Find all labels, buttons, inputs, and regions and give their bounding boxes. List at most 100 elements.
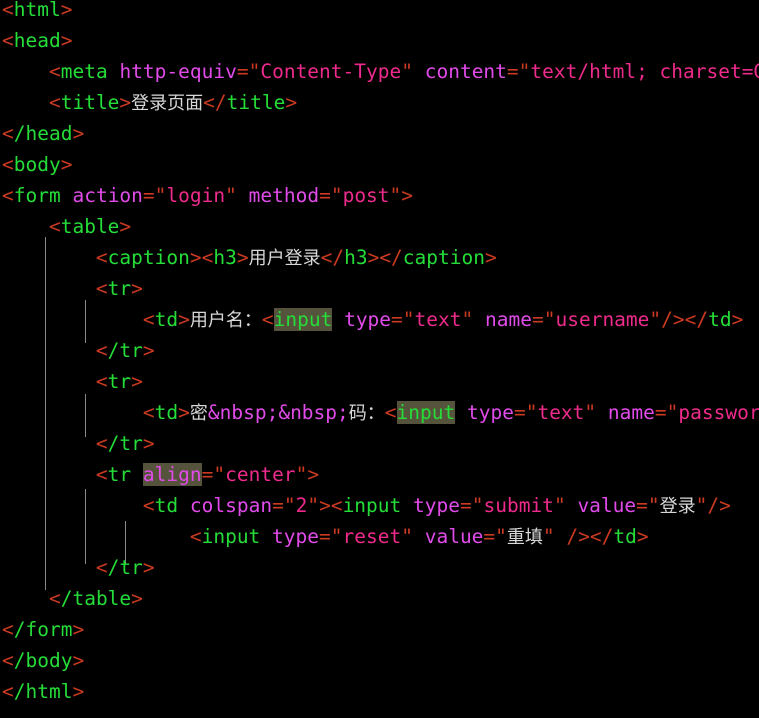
attribute-value-post: post <box>342 184 390 207</box>
code-line-5[interactable]: </head> <box>2 118 84 149</box>
bracket-close: > <box>178 308 190 331</box>
bracket-close: > <box>401 184 414 207</box>
code-line-4[interactable]: <title>登录页面</title> <box>2 87 297 118</box>
bracket-close: > <box>119 91 132 114</box>
attribute-type: type <box>272 525 320 548</box>
bracket-open: < <box>95 463 108 486</box>
code-line-1[interactable]: <html> <box>2 0 72 25</box>
text-username-label: 用户名： <box>189 310 262 331</box>
code-line-2[interactable]: <head> <box>2 25 72 56</box>
code-line-10[interactable]: <tr> <box>2 273 143 304</box>
attribute-value-key: value <box>577 494 637 517</box>
bracket-close: > <box>484 246 497 269</box>
bracket-close: > <box>131 370 143 393</box>
bracket-close: > <box>72 122 85 145</box>
bracket-close: > <box>72 680 85 703</box>
code-line-21[interactable]: </form> <box>2 614 84 645</box>
code-line-20[interactable]: </table> <box>2 583 143 614</box>
self-closing-bracket: /> <box>661 308 685 331</box>
attribute-type: type <box>466 401 514 424</box>
code-line-6[interactable]: <body> <box>2 149 72 180</box>
closing-bracket-open: < <box>2 122 14 145</box>
code-line-23[interactable]: </html> <box>2 676 84 707</box>
tag-name-h3: h3 <box>213 246 237 269</box>
attribute-colspan: colspan <box>189 494 273 517</box>
code-line-9[interactable]: <caption><h3>用户登录</h3></caption> <box>2 242 497 273</box>
quote-open: " <box>402 308 415 331</box>
code-line-7[interactable]: <form action="login" method="post"> <box>2 180 413 211</box>
attribute-align-highlighted: align <box>142 463 202 486</box>
equals-sign: = <box>654 401 667 424</box>
equals-sign: = <box>236 60 249 83</box>
bracket-open: < <box>2 184 14 207</box>
code-line-8[interactable]: <table> <box>2 211 131 242</box>
bracket-open: < <box>142 494 155 517</box>
tag-name-table: table <box>60 215 120 238</box>
code-line-19[interactable]: </tr> <box>2 552 155 583</box>
code-line-14[interactable]: <td>密&nbsp;&nbsp;码：<input type="text" na… <box>2 397 759 428</box>
quote-open: " <box>647 494 660 517</box>
quote-open: " <box>471 494 484 517</box>
tag-name-title-close: title <box>226 91 286 114</box>
bracket-close: > <box>307 463 320 486</box>
attribute-value-content-type: Content-Type <box>260 60 402 83</box>
tag-name-meta: meta <box>60 60 108 83</box>
bracket-close: > <box>60 29 73 52</box>
code-line-11[interactable]: <td>用户名：<input type="text" name="usernam… <box>2 304 743 335</box>
code-line-13[interactable]: <tr> <box>2 366 143 397</box>
code-line-17[interactable]: <td colspan="2"><input type="submit" val… <box>2 490 731 521</box>
text-password-label-b: 码： <box>348 403 385 424</box>
bracket-close: > <box>60 0 73 21</box>
bracket-close: > <box>285 91 298 114</box>
bracket-open: < <box>48 215 61 238</box>
bracket-open: < <box>95 277 108 300</box>
quote-close: " <box>649 308 662 331</box>
quote-close: " <box>389 184 402 207</box>
tag-name-caption-close: caption <box>402 246 485 269</box>
bracket-open: < <box>201 246 214 269</box>
bracket-close: > <box>60 153 73 176</box>
bracket-close: > <box>367 246 380 269</box>
quote-close: " <box>584 401 597 424</box>
code-line-12[interactable]: </tr> <box>2 335 155 366</box>
tag-name-td: td <box>154 308 179 331</box>
code-line-15[interactable]: </tr> <box>2 428 155 459</box>
tag-name-head: head <box>13 29 61 52</box>
bracket-close: > <box>142 339 155 362</box>
quote-close: " <box>401 525 413 548</box>
closing-bracket-open: </ <box>320 246 345 269</box>
bracket-open: < <box>48 60 61 83</box>
tag-name-input: input <box>201 525 261 548</box>
attribute-name: name <box>607 401 655 424</box>
tag-name-form: form <box>13 184 61 207</box>
attribute-value-password: password <box>678 401 759 424</box>
quote-close: " <box>553 494 566 517</box>
closing-bracket-open: < <box>2 680 14 703</box>
code-line-18[interactable]: <input type="reset" value="重填" /></td> <box>2 521 649 552</box>
quote-open: " <box>213 463 226 486</box>
code-line-3[interactable]: <meta http-equiv="Content-Type" content=… <box>2 56 759 87</box>
tag-name-html: html <box>13 0 61 21</box>
equals-sign: = <box>319 184 331 207</box>
equals-sign: = <box>391 308 403 331</box>
quote-open: " <box>518 60 531 83</box>
tag-name-tr-close: /tr <box>107 432 143 455</box>
closing-bracket-open: < <box>48 587 61 610</box>
bracket-open: < <box>142 401 155 424</box>
code-line-16[interactable]: <tr align="center"> <box>2 459 319 490</box>
code-editor-surface[interactable]: <html> <head> <meta http-equiv="Content-… <box>0 0 759 718</box>
code-line-22[interactable]: </body> <box>2 645 84 676</box>
attribute-value-reset: reset <box>342 525 402 548</box>
